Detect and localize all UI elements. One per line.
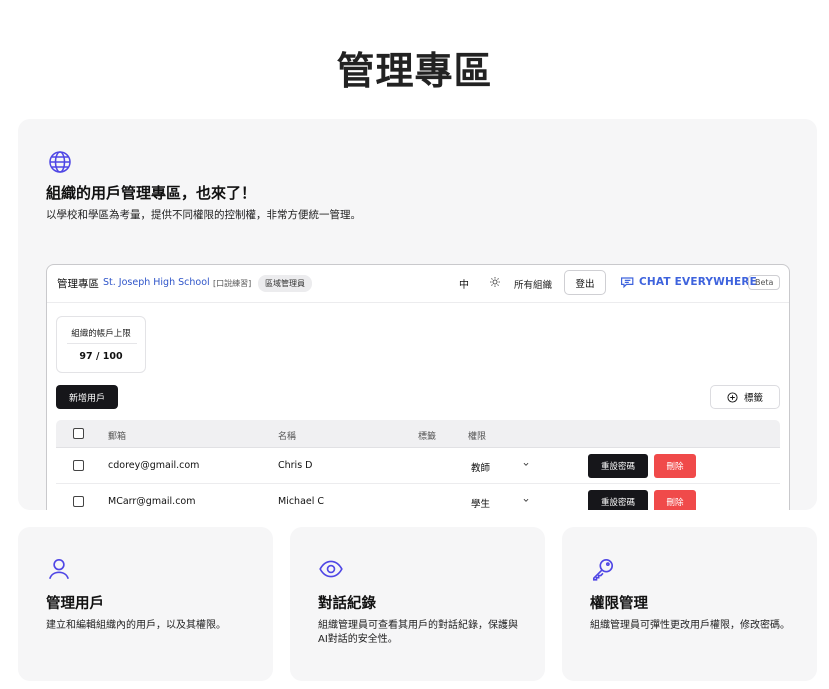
admin-app-preview: 管理專區 St. Joseph High School [口說練習] 區域管理員… — [46, 264, 790, 510]
row-checkbox[interactable] — [73, 460, 84, 471]
feature-card-permission-management: 權限管理 組織管理員可彈性更改用戶權限，修改密碼。 — [562, 527, 817, 681]
tags-button-label: 標籤 — [743, 393, 763, 404]
logout-button[interactable]: 登出 — [564, 270, 606, 295]
hero-heading: 組織的用戶管理專區，也來了！ — [46, 184, 257, 202]
column-role: 權限 — [468, 432, 487, 442]
feature-description: 建立和編輯組織內的用戶，以及其權限。 — [46, 620, 226, 631]
row-email: MCarr@gmail.com — [108, 496, 196, 507]
table-row: cdorey@gmail.com Chris D 教師 重設密碼 刪除 — [56, 448, 780, 484]
feature-card-conversation-history: 對話紀錄 組織管理員可查看其用戶的對話紀錄，保護與AI對話的安全性。 — [290, 527, 545, 681]
account-quota-card: 組織的帳戶上限 97 / 100 — [56, 316, 146, 373]
role-badge: 區域管理員 — [258, 275, 312, 292]
eye-icon — [319, 560, 343, 578]
reset-password-button[interactable]: 重設密碼 — [588, 490, 648, 510]
row-role-select[interactable]: 教師 — [471, 460, 490, 474]
row-name: Chris D — [278, 460, 313, 471]
key-icon — [592, 558, 614, 581]
feature-title: 權限管理 — [590, 596, 648, 612]
quota-label: 組織的帳戶上限 — [71, 329, 131, 339]
quota-divider — [67, 343, 137, 344]
feature-description: 組織管理員可查看其用戶的對話紀錄，保護與AI對話的安全性。 — [318, 620, 518, 645]
row-role-select[interactable]: 學生 — [471, 496, 490, 510]
hero-card: 組織的用戶管理專區，也來了！ 以學校和學區為考量，提供不同權限的控制權，非常方便… — [18, 119, 817, 510]
quota-value: 97 / 100 — [79, 351, 123, 362]
feature-card-manage-users: 管理用戶 建立和編輯組織內的用戶，以及其權限。 — [18, 527, 273, 681]
reset-password-button[interactable]: 重設密碼 — [588, 454, 648, 478]
column-tags: 標籤 — [418, 432, 437, 442]
add-user-button[interactable]: 新增用戶 — [56, 385, 118, 409]
chat-everywhere-logo-icon — [621, 277, 634, 289]
column-name: 名稱 — [278, 432, 297, 442]
brand-name: CHAT EVERYWHERE — [639, 276, 758, 288]
feature-title: 管理用戶 — [46, 596, 104, 612]
org-selector[interactable]: 所有組織 — [514, 277, 552, 291]
tags-button[interactable]: 標籤 — [710, 385, 780, 409]
demo-tag: [口說練習] — [213, 279, 252, 288]
app-header-title: 管理專區 — [57, 278, 99, 290]
select-all-checkbox[interactable] — [73, 428, 84, 439]
row-checkbox[interactable] — [73, 496, 84, 507]
row-name: Michael C — [278, 496, 325, 507]
hero-description: 以學校和學區為考量，提供不同權限的控制權，非常方便統一管理。 — [46, 209, 361, 221]
feature-description: 組織管理員可彈性更改用戶權限，修改密碼。 — [590, 620, 790, 631]
school-name[interactable]: St. Joseph High School — [103, 277, 210, 288]
delete-user-button[interactable]: 刪除 — [654, 454, 696, 478]
app-header: 管理專區 St. Joseph High School [口說練習] 區域管理員… — [47, 265, 789, 303]
globe-icon — [49, 151, 71, 173]
beta-badge: Beta — [748, 275, 781, 290]
sun-icon[interactable] — [489, 276, 501, 288]
language-toggle[interactable]: 中 — [459, 276, 469, 291]
user-icon — [49, 558, 69, 580]
row-email: cdorey@gmail.com — [108, 460, 200, 471]
table-row: MCarr@gmail.com Michael C 學生 重設密碼 刪除 — [56, 484, 780, 510]
column-email: 郵箱 — [108, 432, 127, 442]
chevron-down-icon[interactable] — [521, 459, 531, 469]
table-header: 郵箱 名稱 標籤 權限 — [56, 420, 780, 448]
page-title: 管理專區 — [336, 49, 493, 93]
feature-title: 對話紀錄 — [318, 596, 376, 612]
delete-user-button[interactable]: 刪除 — [654, 490, 696, 510]
plus-circle-icon — [727, 391, 738, 403]
chevron-down-icon[interactable] — [521, 495, 531, 505]
